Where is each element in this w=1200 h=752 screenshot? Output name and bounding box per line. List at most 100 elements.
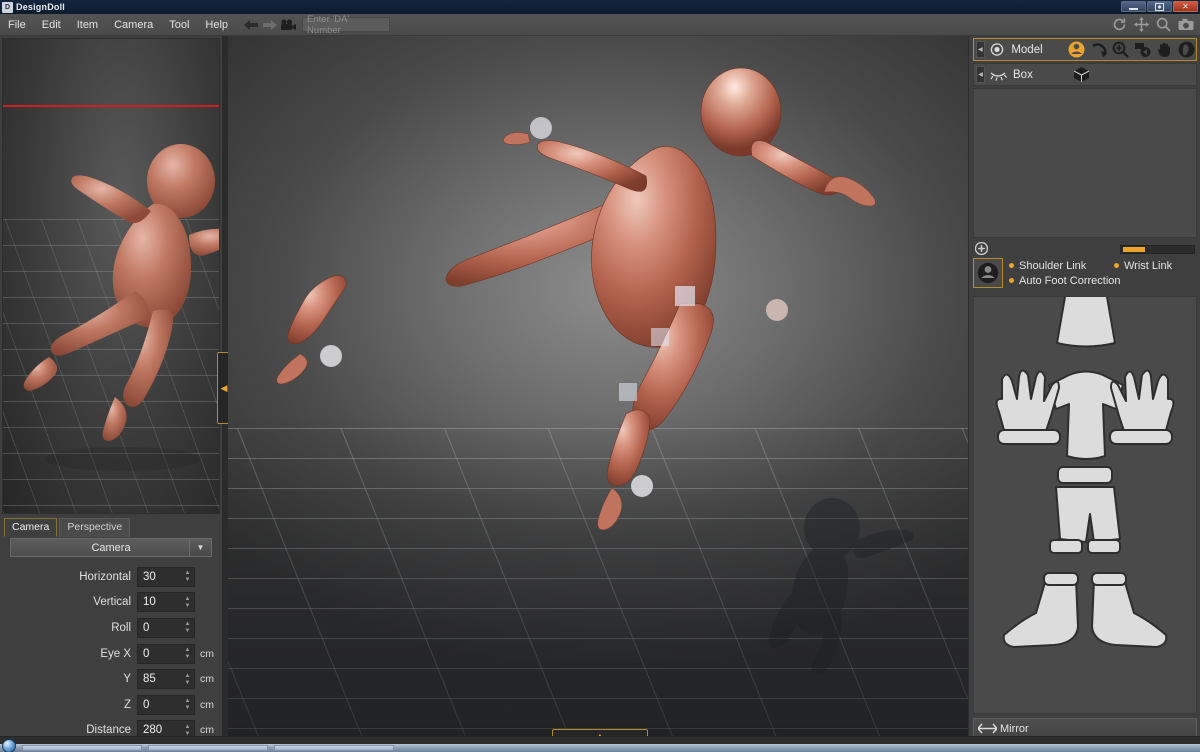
unit-eye-z: cm	[200, 698, 214, 711]
rotate-joint-icon[interactable]	[1088, 40, 1108, 60]
part-right-hand	[1110, 369, 1175, 438]
view-toolbar	[1111, 16, 1194, 33]
field-eye-z: Z 0 ▲ ▼ cm	[0, 692, 222, 718]
tab-camera[interactable]: Camera	[4, 518, 58, 537]
input-eye-y[interactable]: 85 ▲ ▼	[137, 669, 195, 690]
joint-options-icon[interactable]	[973, 258, 1003, 288]
move-icon[interactable]	[1133, 16, 1150, 33]
expand-toggle-model[interactable]: ◀	[976, 41, 985, 58]
taskbar-item[interactable]	[274, 744, 394, 751]
auto-foot-correction-indicator	[1009, 278, 1014, 283]
value-distance: 280	[143, 724, 163, 737]
closed-eye-icon[interactable]	[987, 69, 1009, 81]
stepper-vertical[interactable]: ▲ ▼	[183, 594, 192, 611]
value-eye-z: 0	[143, 698, 150, 711]
stepper-eye-z[interactable]: ▲ ▼	[183, 697, 192, 714]
menu-file[interactable]: File	[0, 17, 34, 33]
field-horizontal: Horizontal 30 ▲ ▼	[0, 564, 222, 590]
body-parts-diagram[interactable]	[974, 288, 1196, 713]
plus-icon[interactable]	[973, 241, 989, 258]
cube-icon[interactable]	[1071, 65, 1091, 85]
stepper-eye-x[interactable]: ▲ ▼	[183, 646, 192, 663]
flip-icon[interactable]	[1132, 40, 1152, 60]
windows-taskbar[interactable]	[0, 739, 1200, 752]
camera-select-value: Camera	[91, 541, 131, 554]
input-eye-z[interactable]: 0 ▲ ▼	[137, 694, 195, 715]
add-and-slider-row	[973, 241, 1197, 258]
camera-select[interactable]: Camera ▼	[10, 538, 212, 557]
opacity-slider[interactable]	[1120, 245, 1195, 254]
expand-toggle-box[interactable]: ◀	[976, 66, 985, 83]
stepper-eye-y[interactable]: ▲ ▼	[183, 671, 192, 688]
label-vertical: Vertical	[93, 596, 131, 609]
input-horizontal[interactable]: 30 ▲ ▼	[137, 566, 195, 587]
value-roll: 0	[143, 621, 150, 634]
pose-model-figure[interactable]	[228, 36, 968, 736]
open-eye-icon[interactable]	[987, 43, 1008, 56]
input-vertical[interactable]: 10 ▲ ▼	[137, 592, 195, 613]
field-vertical: Vertical 10 ▲ ▼	[0, 590, 222, 616]
object-row-model[interactable]: ◀ Model	[973, 38, 1197, 61]
joint-select-icon[interactable]	[1066, 40, 1086, 60]
box-tool-icons	[1071, 65, 1091, 85]
menu-bar: File Edit Item Camera Tool Help Enter 'D…	[0, 14, 1200, 36]
close-button[interactable]: ✕	[1173, 1, 1198, 12]
body-parts-selector[interactable]	[973, 288, 1197, 714]
maximize-button[interactable]	[1147, 1, 1172, 12]
label-eye-y: Y	[123, 673, 131, 686]
camera-fields: Horizontal 30 ▲▼ Vertical 10 ▲▼ Roll 0	[0, 564, 222, 743]
part-left-wrist	[997, 429, 1061, 445]
object-name-model: Model	[1011, 43, 1043, 56]
viewport-3d[interactable]	[228, 36, 968, 736]
slider-knob[interactable]	[1123, 247, 1145, 252]
rotate-icon[interactable]	[1111, 16, 1128, 33]
window-title: DesignDoll	[16, 2, 66, 12]
hand-icon[interactable]	[1154, 40, 1174, 60]
minimize-button[interactable]	[1121, 1, 1146, 12]
taskbar-item[interactable]	[22, 744, 142, 751]
part-head	[1056, 288, 1116, 348]
part-left-ankle	[1043, 572, 1079, 586]
wrist-link-label: Wrist Link	[1124, 259, 1173, 272]
object-properties-area	[973, 88, 1197, 238]
camera-icon[interactable]	[1177, 16, 1194, 33]
app-icon: D	[2, 1, 13, 13]
zoom-icon[interactable]	[1155, 16, 1172, 33]
designdoll-window: D DesignDoll ✕ File Edit Item Camera Too…	[0, 0, 1200, 752]
label-roll: Roll	[111, 621, 131, 634]
object-row-box[interactable]: ◀ Box	[973, 63, 1197, 86]
video-camera-icon[interactable]	[278, 17, 298, 33]
start-button[interactable]	[2, 739, 16, 752]
menu-camera[interactable]: Camera	[106, 17, 161, 33]
part-right-ankle	[1091, 572, 1127, 586]
chevron-down-icon[interactable]: ▼	[189, 539, 211, 556]
menu-tool[interactable]: Tool	[161, 17, 197, 33]
menu-item[interactable]: Item	[69, 17, 106, 33]
stepper-roll[interactable]: ▲ ▼	[183, 620, 192, 637]
foot-icon[interactable]	[1176, 40, 1196, 60]
menu-help[interactable]: Help	[197, 17, 236, 33]
camera-preview[interactable]	[2, 38, 220, 514]
taskbar-item[interactable]	[148, 744, 268, 751]
da-number-input[interactable]: Enter 'DA' Number	[302, 14, 391, 36]
back-arrow-icon[interactable]	[242, 17, 260, 33]
part-left-shoe	[1002, 575, 1079, 648]
label-horizontal: Horizontal	[79, 570, 131, 583]
field-eye-y: Y 85 ▲ ▼ cm	[0, 666, 222, 692]
tab-perspective[interactable]: Perspective	[59, 518, 131, 537]
option-auto-foot-correction[interactable]: Auto Foot Correction	[1009, 275, 1121, 287]
stepper-horizontal[interactable]: ▲ ▼	[183, 569, 192, 586]
label-eye-z: Z	[123, 698, 131, 711]
mirror-label: Mirror	[1000, 723, 1029, 735]
forward-arrow-icon[interactable]	[260, 17, 278, 33]
unit-eye-x: cm	[200, 647, 214, 660]
option-wrist-link[interactable]: Wrist Link	[1114, 260, 1172, 272]
option-shoulder-link[interactable]: Shoulder Link	[1009, 260, 1114, 272]
part-right-wrist	[1109, 429, 1173, 445]
menu-edit[interactable]: Edit	[34, 17, 69, 33]
field-roll: Roll 0 ▲ ▼	[0, 615, 222, 641]
input-eye-x[interactable]: 0 ▲ ▼	[137, 643, 195, 664]
scale-icon[interactable]	[1110, 40, 1130, 60]
shoulder-link-indicator	[1009, 263, 1014, 268]
input-roll[interactable]: 0 ▲ ▼	[137, 617, 195, 638]
